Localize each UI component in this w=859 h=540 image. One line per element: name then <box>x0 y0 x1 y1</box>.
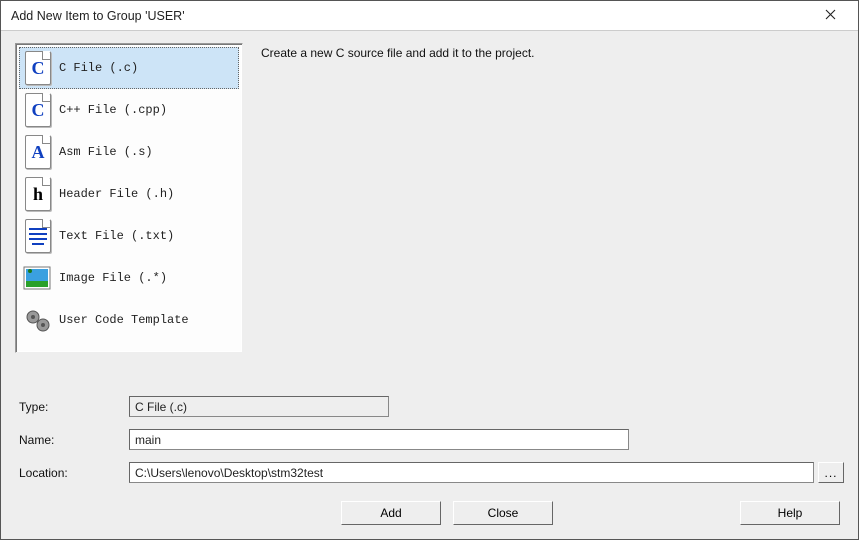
type-label: Type: <box>19 400 129 414</box>
file-type-label: Asm File (.s) <box>59 145 153 159</box>
type-description: Create a new C source file and add it to… <box>243 43 844 60</box>
window-title: Add New Item to Group 'USER' <box>11 9 810 23</box>
image-file-icon <box>23 260 53 296</box>
dialog-body: C C File (.c) C C++ File (.cpp) A Asm File (.… <box>1 31 858 539</box>
form-area: Type: C File (.c) Name: Location: ... <box>1 388 858 493</box>
file-type-label: User Code Template <box>59 313 189 327</box>
file-type-label: C File (.c) <box>59 61 138 75</box>
location-label: Location: <box>19 466 129 480</box>
name-input[interactable] <box>129 429 629 450</box>
file-type-item[interactable]: Image File (.*) <box>19 257 239 299</box>
file-type-item[interactable]: User Code Template <box>19 299 239 341</box>
close-icon <box>825 9 836 23</box>
titlebar: Add New Item to Group 'USER' <box>1 1 858 31</box>
help-button[interactable]: Help <box>740 501 840 525</box>
file-type-item[interactable]: C C File (.c) <box>19 47 239 89</box>
close-button[interactable]: Close <box>453 501 553 525</box>
file-type-item[interactable]: A Asm File (.s) <box>19 131 239 173</box>
file-type-label: Header File (.h) <box>59 187 174 201</box>
upper-panel: C C File (.c) C C++ File (.cpp) A Asm File (.… <box>1 31 858 388</box>
file-type-item[interactable]: h Header File (.h) <box>19 173 239 215</box>
file-type-item[interactable]: Text File (.txt) <box>19 215 239 257</box>
file-type-label: Text File (.txt) <box>59 229 174 243</box>
add-button[interactable]: Add <box>341 501 441 525</box>
text-file-icon <box>23 218 53 254</box>
location-input[interactable] <box>129 462 814 483</box>
c-file-icon: C <box>23 50 53 86</box>
file-type-list[interactable]: C C File (.c) C C++ File (.cpp) A Asm File (.… <box>15 43 243 353</box>
file-type-item[interactable]: C C++ File (.cpp) <box>19 89 239 131</box>
button-row: Add Close Help <box>1 493 858 539</box>
browse-button[interactable]: ... <box>818 462 844 483</box>
file-type-label: Image File (.*) <box>59 271 167 285</box>
header-file-icon: h <box>23 176 53 212</box>
file-type-label: C++ File (.cpp) <box>59 103 167 117</box>
close-window-button[interactable] <box>810 1 850 30</box>
cpp-file-icon: C <box>23 92 53 128</box>
name-label: Name: <box>19 433 129 447</box>
dialog-window: Add New Item to Group 'USER' C C File (.c… <box>0 0 859 540</box>
asm-file-icon: A <box>23 134 53 170</box>
user-code-icon <box>23 302 53 338</box>
type-readonly-field: C File (.c) <box>129 396 389 417</box>
